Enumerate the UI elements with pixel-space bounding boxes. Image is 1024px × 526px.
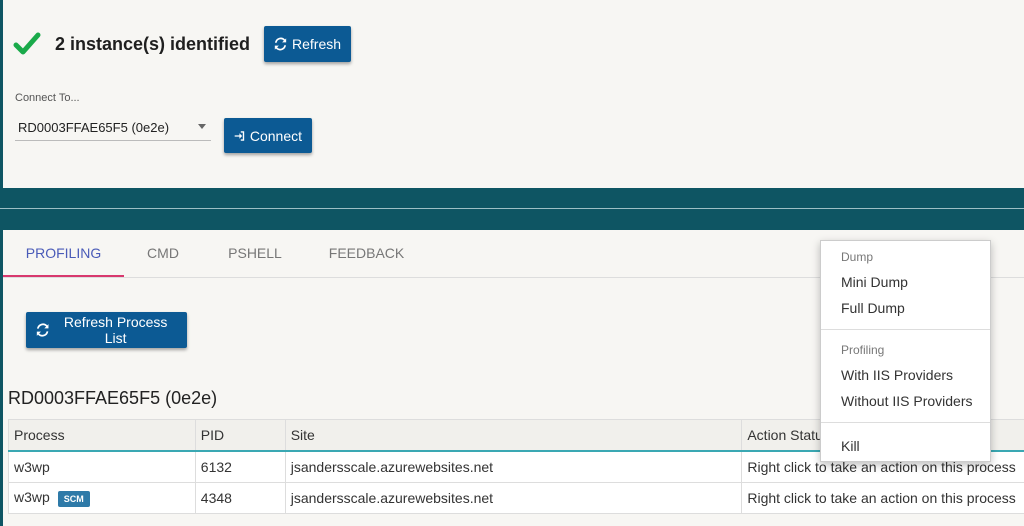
instance-select-value: RD0003FFAE65F5 (0e2e) (18, 119, 170, 135)
menu-divider (821, 422, 990, 423)
menu-item-mini-dump[interactable]: Mini Dump (841, 274, 908, 290)
connect-button-label: Connect (249, 127, 302, 144)
menu-item-full-dump[interactable]: Full Dump (841, 300, 905, 316)
sign-in-icon (234, 130, 245, 141)
instance-count-text: 2 instance(s) identified (55, 33, 251, 54)
menu-item-with-iis-providers[interactable]: With IIS Providers (841, 367, 953, 383)
refresh-process-list-button[interactable]: Refresh Process List (26, 312, 187, 348)
instance-select[interactable]: RD0003FFAE65F5 (0e2e) (15, 114, 211, 141)
server-title: RD0003FFAE65F5 (0e2e) (8, 388, 218, 408)
tab-feedback[interactable]: FEEDBACK (319, 230, 414, 276)
instance-panel: 2 instance(s) identified Refresh Connect… (0, 0, 1024, 188)
divider-band (0, 188, 1024, 230)
menu-item-without-iis-providers[interactable]: Without IIS Providers (841, 393, 973, 409)
process-cell: w3wp (8, 450, 196, 483)
process-cell: w3wp SCM (8, 482, 196, 514)
refresh-icon (36, 323, 49, 337)
chevron-down-icon (198, 124, 206, 129)
connect-to-label: Connect To... (15, 92, 80, 104)
table-row[interactable]: w3wp SCM 4348 jsandersscale.azurewebsite… (8, 482, 1024, 514)
tab-profiling[interactable]: PROFILING (3, 230, 124, 277)
menu-item-kill[interactable]: Kill (841, 438, 860, 454)
menu-header-profiling: Profiling (841, 343, 885, 357)
process-context-menu: Dump Mini Dump Full Dump Profiling With … (820, 240, 991, 462)
action-status-cell: Right click to take an action on this pr… (741, 482, 1024, 514)
refresh-process-list-label: Refresh Process List (63, 314, 168, 346)
pid-cell: 6132 (194, 450, 286, 483)
status-row: 2 instance(s) identified Refresh (13, 26, 352, 62)
column-header-process: Process (8, 419, 196, 452)
site-cell: jsandersscale.azurewebsites.net (284, 450, 743, 483)
refresh-button-label: Refresh (292, 36, 342, 52)
column-header-pid: PID (194, 419, 286, 452)
menu-divider (821, 329, 990, 330)
divider-line (0, 208, 1024, 209)
menu-header-dump: Dump (841, 250, 874, 264)
site-cell: jsandersscale.azurewebsites.net (284, 482, 743, 514)
tab-cmd[interactable]: CMD (131, 230, 195, 276)
process-name: w3wp (14, 489, 50, 506)
pid-cell: 4348 (194, 482, 286, 514)
column-header-site: Site (284, 419, 743, 452)
check-icon (13, 32, 41, 55)
refresh-icon (274, 37, 287, 51)
refresh-button[interactable]: Refresh (264, 26, 352, 62)
connect-button[interactable]: Connect (224, 118, 312, 153)
tab-pshell[interactable]: PSHELL (215, 230, 295, 276)
process-name: w3wp (14, 459, 50, 475)
scm-badge: SCM (57, 490, 90, 507)
